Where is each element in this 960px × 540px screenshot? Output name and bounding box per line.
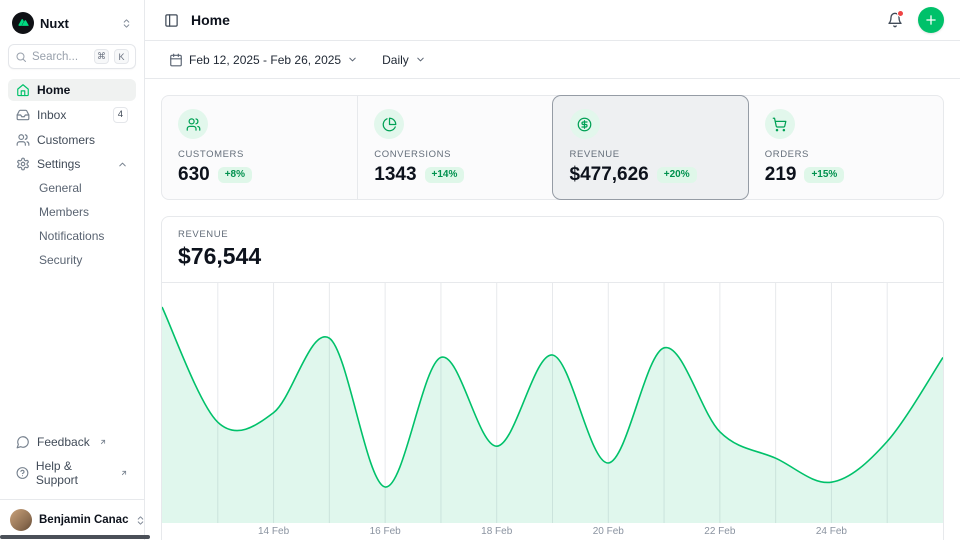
revenue-panel-label: REVENUE: [178, 229, 927, 240]
x-axis-label: 22 Feb: [704, 526, 735, 537]
workspace-name: Nuxt: [40, 16, 115, 31]
page-title: Home: [191, 12, 230, 28]
notification-dot: [897, 10, 904, 17]
stat-card-customers[interactable]: CUSTOMERS 630 +8%: [162, 96, 357, 199]
sidebar-item-label: Inbox: [37, 108, 106, 122]
sidebar-item-customers[interactable]: Customers: [8, 129, 136, 151]
x-axis-label: 24 Feb: [816, 526, 847, 537]
sidebar-item-label: Settings: [37, 157, 110, 171]
toolbar: Feb 12, 2025 - Feb 26, 2025 Daily: [145, 41, 960, 79]
sidebar-item-settings[interactable]: Settings: [8, 153, 136, 175]
period-label: Daily: [382, 53, 409, 67]
revenue-chart-panel: REVENUE $76,544 14 Feb 16 Feb 18 Feb 20 Feb…: [161, 216, 944, 540]
stat-value: $477,626: [570, 164, 649, 186]
stat-card-revenue[interactable]: REVENUE $477,626 +20%: [553, 96, 748, 199]
calendar-icon: [169, 53, 183, 67]
date-range-label: Feb 12, 2025 - Feb 26, 2025: [189, 53, 341, 67]
revenue-panel-value: $76,544: [178, 243, 927, 270]
stat-delta-badge: +20%: [657, 167, 697, 183]
external-link-icon: [120, 469, 128, 477]
panel-left-icon: [164, 13, 179, 28]
plus-icon: [924, 13, 938, 27]
pie-chart-icon: [374, 109, 404, 139]
revenue-panel-header: REVENUE $76,544: [162, 217, 943, 283]
cart-icon: [765, 109, 795, 139]
chevron-up-icon: [117, 159, 128, 170]
help-support-link[interactable]: Help & Support: [8, 455, 136, 491]
user-menu[interactable]: Benjamin Canac: [0, 499, 144, 534]
x-axis-label: 18 Feb: [481, 526, 512, 537]
main-area: Home Feb 12, 2025 - Feb 26, 2025 Daily: [145, 0, 960, 540]
help-support-label: Help & Support: [36, 459, 111, 487]
chevron-down-icon: [415, 54, 426, 65]
sidebar-item-notifications[interactable]: Notifications: [8, 225, 136, 247]
chat-bubble-icon: [16, 435, 30, 449]
sidebar-nav: Home Inbox 4 Customers Settings General …: [8, 79, 136, 271]
feedback-label: Feedback: [37, 435, 90, 449]
date-range-picker[interactable]: Feb 12, 2025 - Feb 26, 2025: [161, 49, 366, 71]
sidebar: Nuxt Search... ⌘ K Home Inbox 4: [0, 0, 145, 540]
x-axis-label: 14 Feb: [258, 526, 289, 537]
add-button[interactable]: [918, 7, 944, 33]
revenue-chart-svg: [162, 283, 943, 523]
stat-delta-badge: +15%: [804, 167, 844, 183]
kbd-meta: ⌘: [94, 49, 109, 64]
horizontal-scrollbar-thumb[interactable]: [0, 535, 150, 539]
gear-icon: [16, 157, 30, 171]
stat-label: REVENUE: [570, 149, 732, 160]
search-placeholder: Search...: [32, 51, 89, 63]
stat-label: CUSTOMERS: [178, 149, 341, 160]
stat-value: 1343: [374, 164, 416, 186]
inbox-count-badge: 4: [113, 107, 128, 123]
stat-value: 219: [765, 164, 797, 186]
content: CUSTOMERS 630 +8% CONVERSIONS 1343 +14%: [145, 79, 960, 540]
collapse-sidebar-button[interactable]: [161, 10, 181, 30]
workspace-switcher[interactable]: Nuxt: [8, 10, 136, 36]
stat-card-orders[interactable]: ORDERS 219 +15%: [748, 96, 943, 199]
period-select[interactable]: Daily: [374, 49, 434, 71]
kbd-k: K: [114, 49, 129, 64]
stat-delta-badge: +14%: [425, 167, 465, 183]
search-icon: [15, 51, 27, 63]
sidebar-item-label: Customers: [37, 133, 128, 147]
external-link-icon: [99, 438, 107, 446]
home-icon: [16, 83, 30, 97]
page-header: Home: [145, 0, 960, 41]
revenue-chart[interactable]: 14 Feb 16 Feb 18 Feb 20 Feb 22 Feb 24 Feb: [162, 283, 943, 540]
sidebar-item-label: Home: [37, 83, 128, 97]
sidebar-item-members[interactable]: Members: [8, 201, 136, 223]
stat-label: CONVERSIONS: [374, 149, 536, 160]
sidebar-item-inbox[interactable]: Inbox 4: [8, 103, 136, 127]
inbox-icon: [16, 108, 30, 122]
stat-delta-badge: +8%: [218, 167, 252, 183]
x-axis-label: 20 Feb: [593, 526, 624, 537]
sidebar-item-home[interactable]: Home: [8, 79, 136, 101]
stat-label: ORDERS: [765, 149, 927, 160]
users-icon: [178, 109, 208, 139]
search-input[interactable]: Search... ⌘ K: [8, 44, 136, 69]
app-root: Nuxt Search... ⌘ K Home Inbox 4: [0, 0, 960, 540]
avatar: [10, 509, 32, 531]
x-axis-labels: 14 Feb 16 Feb 18 Feb 20 Feb 22 Feb 24 Feb: [162, 523, 943, 540]
notifications-button[interactable]: [882, 7, 908, 33]
chevron-down-icon: [347, 54, 358, 65]
chevron-up-down-icon: [121, 18, 132, 29]
stat-card-conversions[interactable]: CONVERSIONS 1343 +14%: [357, 96, 552, 199]
dollar-circle-icon: [570, 109, 600, 139]
users-icon: [16, 133, 30, 147]
sidebar-footer: Feedback Help & Support: [8, 431, 136, 491]
stats-cards: CUSTOMERS 630 +8% CONVERSIONS 1343 +14%: [161, 95, 944, 200]
x-axis-label: 16 Feb: [370, 526, 401, 537]
question-circle-icon: [16, 466, 29, 480]
stat-value: 630: [178, 164, 210, 186]
nuxt-logo-icon: [12, 12, 34, 34]
feedback-link[interactable]: Feedback: [8, 431, 136, 453]
sidebar-item-general[interactable]: General: [8, 177, 136, 199]
user-name: Benjamin Canac: [39, 514, 128, 526]
sidebar-item-security[interactable]: Security: [8, 249, 136, 271]
